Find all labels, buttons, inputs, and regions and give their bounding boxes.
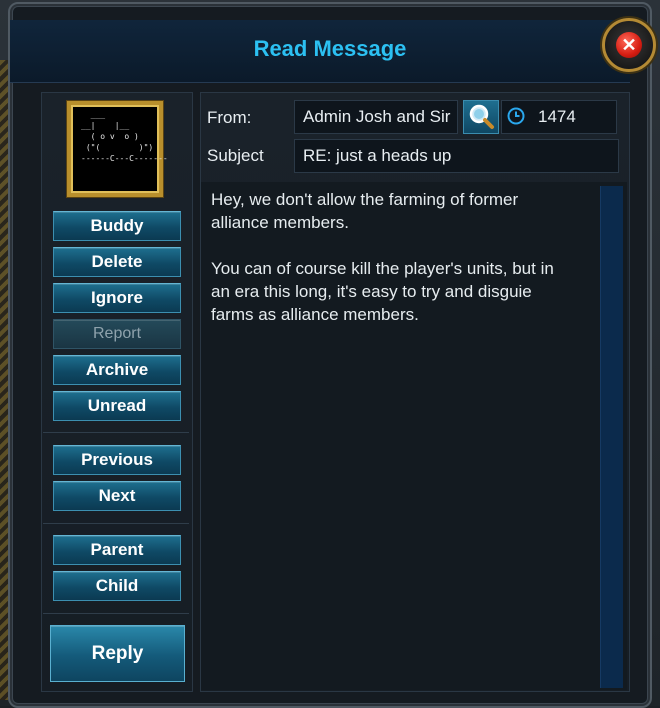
close-button[interactable]: ✕: [602, 18, 656, 72]
child-button[interactable]: Child: [53, 571, 181, 601]
decorative-stripe: [0, 60, 8, 700]
divider: [43, 432, 189, 433]
message-body: Hey, we don't allow the farming of forme…: [211, 190, 554, 324]
ignore-button[interactable]: Ignore: [53, 283, 181, 313]
reply-button[interactable]: Reply: [50, 625, 185, 682]
unread-button[interactable]: Unread: [53, 391, 181, 421]
next-button[interactable]: Next: [53, 481, 181, 511]
subject-label: Subject: [207, 146, 264, 165]
close-icon: ✕: [616, 32, 642, 58]
archive-button[interactable]: Archive: [53, 355, 181, 385]
clock-icon: [507, 107, 525, 125]
report-button[interactable]: Report: [53, 319, 181, 349]
message-scrollbar[interactable]: [600, 186, 623, 688]
previous-button[interactable]: Previous: [53, 445, 181, 475]
delete-button[interactable]: Delete: [53, 247, 181, 277]
sender-field[interactable]: Admin Josh and Sir: [294, 100, 458, 134]
subject-field: RE: just a heads up: [294, 139, 619, 173]
divider: [43, 523, 189, 524]
divider: [43, 613, 189, 614]
parent-button[interactable]: Parent: [53, 535, 181, 565]
avatar: ___ __| |__ ( o v o ) ("( )") ------C---…: [67, 101, 168, 197]
search-sender-button[interactable]: [463, 100, 499, 134]
from-label: From:: [207, 108, 252, 127]
window-title: Read Message: [253, 36, 407, 61]
search-icon: [469, 104, 494, 129]
buddy-button[interactable]: Buddy: [53, 211, 181, 241]
